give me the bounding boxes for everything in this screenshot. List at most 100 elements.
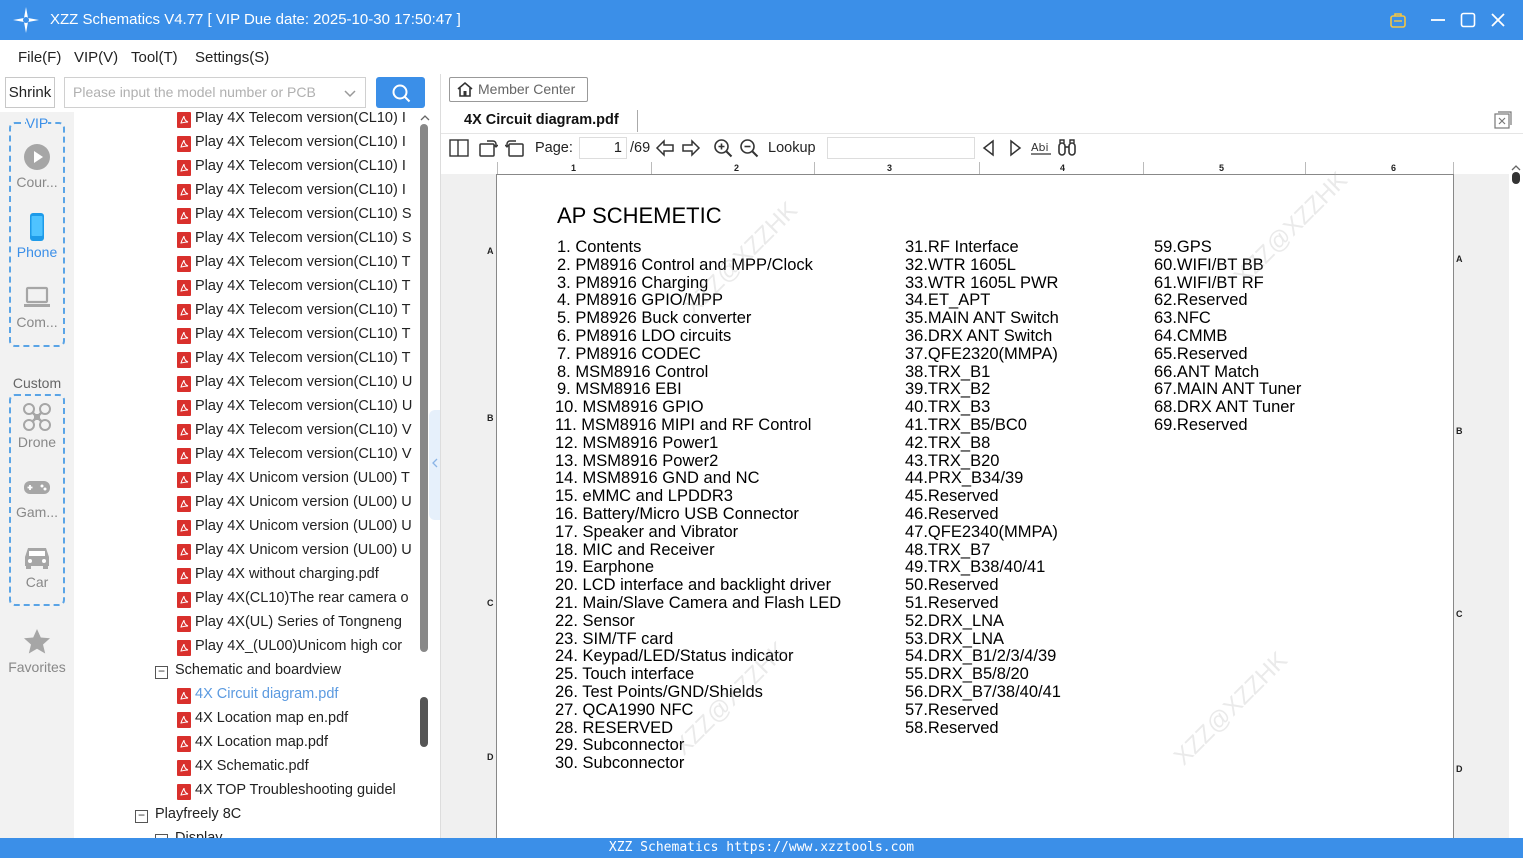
pdf-page: AP SCHEMETIC 1. Contents 2. PM8916 Contro… xyxy=(496,167,1454,838)
tree-file-item[interactable]: Play 4X Unicom version (UL00) U xyxy=(74,540,419,564)
find-prev-icon[interactable] xyxy=(979,138,999,158)
pdf-file-icon xyxy=(177,232,191,248)
tree-file-item[interactable]: Play 4X Telecom version(CL10) S xyxy=(74,204,419,228)
tree-file-item[interactable]: 4X Location map en.pdf xyxy=(74,708,419,732)
sidebar-toggle-icon[interactable] xyxy=(449,138,469,158)
category-favorites[interactable]: Favorites xyxy=(0,627,74,675)
tree-folder-playfreely[interactable]: − Playfreely 8C xyxy=(74,804,419,828)
tree-file-item[interactable]: Play 4X Telecom version(CL10) I xyxy=(74,180,419,204)
contents-entry: 31.RF Interface xyxy=(905,238,1019,256)
collapse-toggle[interactable]: − xyxy=(155,665,168,679)
maximize-button[interactable] xyxy=(1456,8,1480,32)
lock-icon[interactable] xyxy=(1386,8,1410,32)
member-center-button[interactable]: Member Center xyxy=(449,77,588,102)
shrink-button[interactable]: Shrink xyxy=(5,77,55,108)
model-search-input[interactable]: Please input the model number or PCB xyxy=(64,77,366,108)
tree-file-item[interactable]: Play 4X Telecom version(CL10) T xyxy=(74,324,419,348)
contents-entry: 38.TRX_B1 xyxy=(905,362,991,381)
window-title: XZZ Schematics V4.77 [ VIP Due date: 202… xyxy=(50,11,461,28)
contents-entry: 66.ANT Match xyxy=(1154,362,1260,381)
pdf-file-icon xyxy=(177,640,191,656)
rotate-left-icon[interactable] xyxy=(505,138,525,158)
tree-file-item[interactable]: Play 4X Unicom version (UL00) U xyxy=(74,492,419,516)
category-car[interactable]: Car xyxy=(0,542,74,590)
tree-file-item[interactable]: Play 4X Telecom version(CL10) V xyxy=(74,444,419,468)
row-letter-left: B xyxy=(487,413,494,423)
tree-file-item[interactable]: Play 4X_(UL00)Unicom high cor xyxy=(74,636,419,660)
tree-folder-display[interactable]: − Display ... xyxy=(74,828,419,838)
tree-file-item[interactable]: Play 4X Telecom version(CL10) S xyxy=(74,228,419,252)
ruler-number: 6 xyxy=(1391,163,1397,173)
phone-icon xyxy=(30,213,44,241)
close-button[interactable] xyxy=(1486,8,1510,32)
ruler-tick xyxy=(1143,162,1144,174)
contents-entry: 18. MIC and Receiver xyxy=(555,540,715,559)
match-case-icon[interactable]: Abi xyxy=(1031,138,1051,158)
tree-file-item[interactable]: Play 4X Telecom version(CL10) I xyxy=(74,156,419,180)
tab-document[interactable]: 4X Circuit diagram.pdf xyxy=(449,106,637,134)
tree-file-item[interactable]: Play 4X(UL) Series of Tongneng xyxy=(74,612,419,636)
tree-file-item[interactable]: Play 4X without charging.pdf xyxy=(74,564,419,588)
zoom-out-icon[interactable] xyxy=(739,138,759,158)
tree-file-item-selected[interactable]: 4X Circuit diagram.pdf xyxy=(74,684,419,708)
category-games[interactable]: Gam... xyxy=(0,472,74,520)
tree-file-item[interactable]: Play 4X Telecom version(CL10) V xyxy=(74,420,419,444)
tree-file-item[interactable]: Play 4X Telecom version(CL10) I xyxy=(74,112,419,132)
tree-file-item[interactable]: 4X Schematic.pdf xyxy=(74,756,419,780)
category-phone[interactable]: Phone xyxy=(0,212,74,260)
contents-entry: 41.TRX_B5/BC0 xyxy=(905,415,1027,434)
tree-file-item[interactable]: Play 4X Telecom version(CL10) U xyxy=(74,396,419,420)
tree-file-item[interactable]: Play 4X Telecom version(CL10) I xyxy=(74,132,419,156)
tree-file-item[interactable]: Play 4X Unicom version (UL00) U xyxy=(74,516,419,540)
contents-entry: 37.QFE2320(MMPA) xyxy=(905,344,1058,363)
category-courses[interactable]: Cour... xyxy=(0,142,74,190)
tree-scroll-thumb-h[interactable] xyxy=(420,697,428,747)
contents-entry: 42.TRX_B8 xyxy=(905,433,991,452)
category-computer[interactable]: Com... xyxy=(0,282,74,330)
status-bar: XZZ Schematics https://www.xzztools.com xyxy=(0,838,1523,858)
contents-entry: 52.DRX_LNA xyxy=(905,611,1005,630)
pdf-viewer[interactable]: 1 2 3 4 5 6 AP SCHEMETIC 1. Contents 2. PM8916… xyxy=(441,162,1523,838)
page-number-input[interactable]: 1 xyxy=(579,137,627,159)
tree-scroll-thumb[interactable] xyxy=(420,124,428,652)
doc-title: AP SCHEMETIC xyxy=(557,203,722,228)
viewer-scroll-thumb[interactable] xyxy=(1512,172,1520,184)
ruler-tick xyxy=(497,162,498,174)
contents-entry: 1. Contents xyxy=(557,238,642,256)
next-page-icon[interactable] xyxy=(681,138,701,158)
tree-file-item[interactable]: Play 4X Telecom version(CL10) U xyxy=(74,372,419,396)
binoculars-icon[interactable] xyxy=(1057,138,1077,158)
menu-vip[interactable]: VIP(V) xyxy=(74,49,118,66)
tree-file-item[interactable]: Play 4X Unicom version (UL00) T xyxy=(74,468,419,492)
tree-file-item[interactable]: Play 4X Telecom version(CL10) T xyxy=(74,252,419,276)
lookup-input[interactable] xyxy=(827,137,975,159)
tree-file-item[interactable]: 4X TOP Troubleshooting guidel xyxy=(74,780,419,804)
zoom-in-icon[interactable] xyxy=(713,138,733,158)
rotate-right-icon[interactable] xyxy=(478,138,498,158)
ruler-number: 2 xyxy=(734,163,740,173)
contents-entry: 34.ET_APT xyxy=(905,291,991,310)
tree-file-item[interactable]: Play 4X Telecom version(CL10) T xyxy=(74,348,419,372)
contents-entry: 21. Main/Slave Camera and Flash LED xyxy=(555,593,842,612)
search-button[interactable] xyxy=(376,77,425,108)
category-drone[interactable]: Drone xyxy=(0,402,74,450)
tree-folder-schematic[interactable]: − Schematic and boardview xyxy=(74,660,419,684)
close-tabs-icon[interactable] xyxy=(1494,111,1512,129)
watermark-text: XZZ@XZZHK xyxy=(1168,646,1293,771)
menu-file[interactable]: File(F) xyxy=(18,49,61,66)
find-next-icon[interactable] xyxy=(1005,138,1025,158)
minimize-button[interactable] xyxy=(1426,8,1450,32)
tree-file-item[interactable]: Play 4X(CL10)The rear camera o xyxy=(74,588,419,612)
contents-entry: 16. Battery/Micro USB Connector xyxy=(555,504,799,523)
menu-settings[interactable]: Settings(S) xyxy=(195,49,269,66)
collapse-toggle[interactable]: − xyxy=(135,809,148,823)
viewer-scrollbar[interactable] xyxy=(1509,162,1523,838)
ruler-tick xyxy=(1453,162,1454,174)
category-sidebar: VIP Cour... Phone Com... Custom Drone Ga… xyxy=(0,112,74,838)
tree-file-item[interactable]: Play 4X Telecom version(CL10) T xyxy=(74,276,419,300)
home-icon xyxy=(457,81,473,97)
tree-file-item[interactable]: 4X Location map.pdf xyxy=(74,732,419,756)
menu-tool[interactable]: Tool(T) xyxy=(131,49,178,66)
tree-file-item[interactable]: Play 4X Telecom version(CL10) T xyxy=(74,300,419,324)
prev-page-icon[interactable] xyxy=(655,138,675,158)
